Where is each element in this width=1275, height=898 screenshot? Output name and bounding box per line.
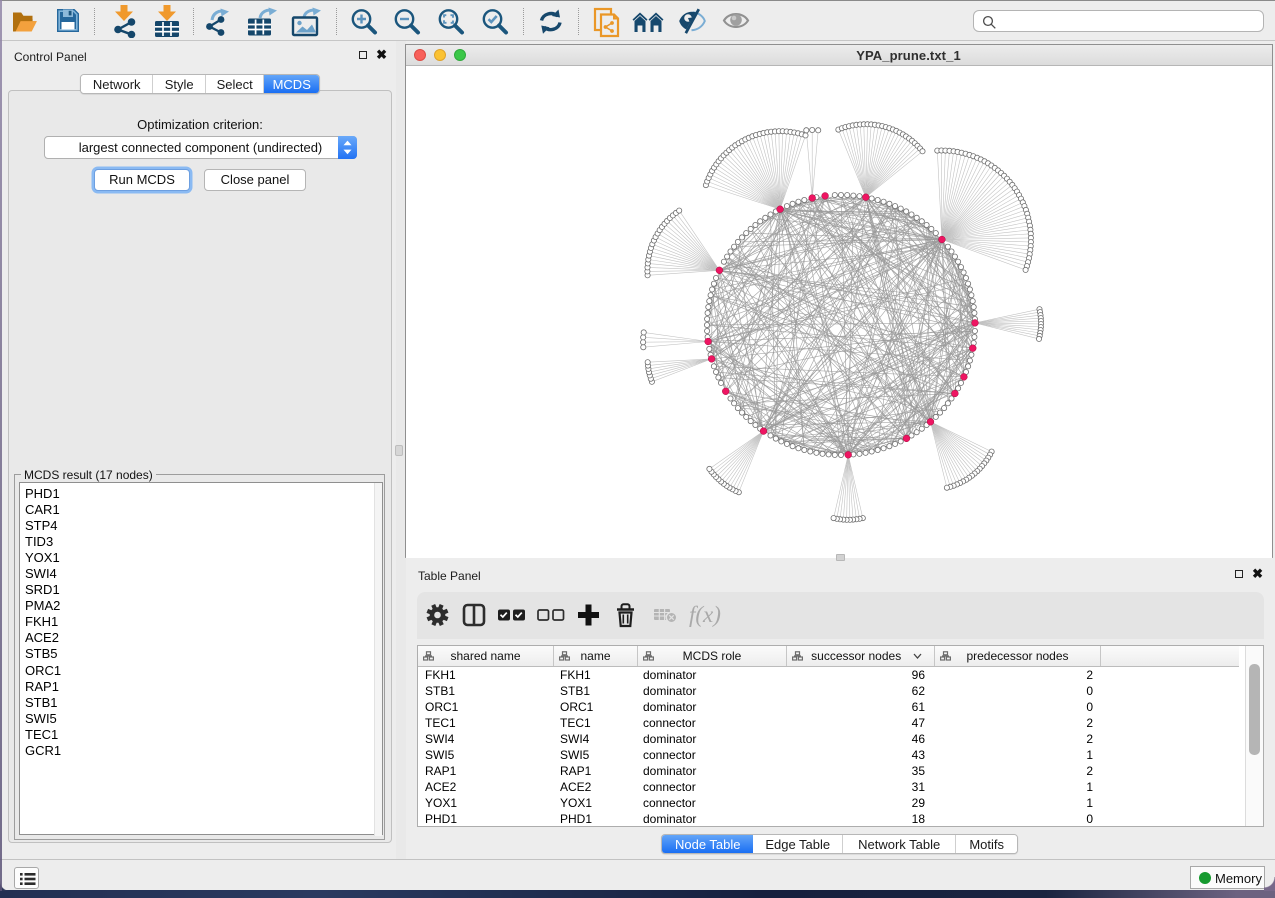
- svg-text:f(x): f(x): [689, 602, 721, 627]
